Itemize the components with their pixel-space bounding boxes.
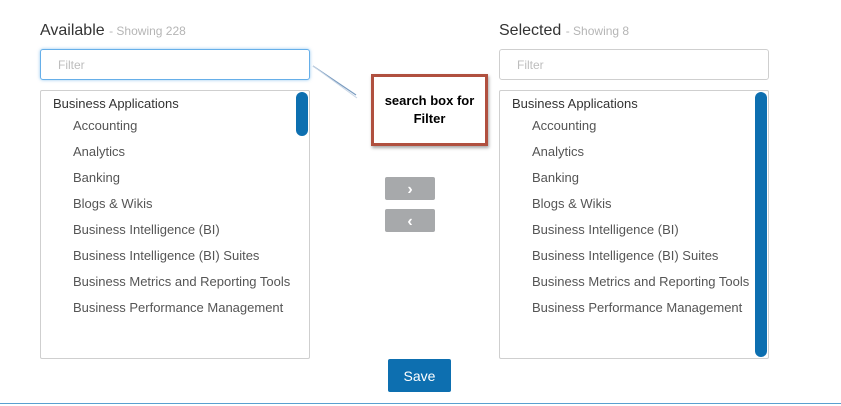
annotation-callout: search box for Filter <box>371 74 488 146</box>
callout-connector <box>312 65 358 99</box>
bottom-divider <box>0 403 841 404</box>
callout-text: search box for Filter <box>384 93 475 126</box>
